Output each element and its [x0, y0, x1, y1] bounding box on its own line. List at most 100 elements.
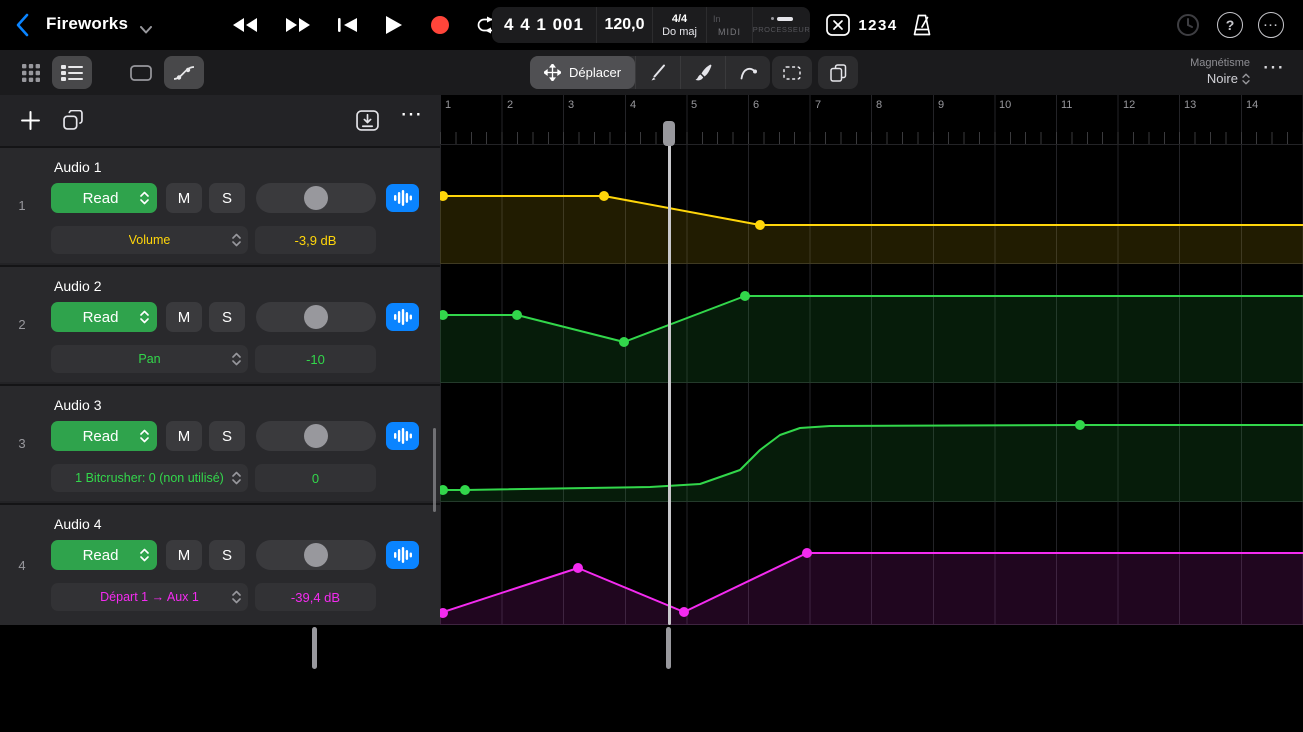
lcd-time-signature-key[interactable]: 4/4 Do maj — [652, 7, 706, 43]
track-row: 4 Audio 4 Read M S Départ 1 → Aux 1 -39,… — [0, 503, 440, 625]
marquee-tool-button[interactable] — [772, 56, 812, 89]
value-column-drag-bar[interactable] — [312, 627, 317, 669]
track-row: 3 Audio 3 Read M S 1 Bitcrusher: 0 (non … — [0, 384, 440, 501]
playhead-tail-bar[interactable] — [666, 627, 671, 669]
automation-value-field[interactable]: -39,4 dB — [255, 583, 376, 611]
automation-curve-audio-2[interactable] — [440, 264, 1303, 383]
ruler-bar-label: 11 — [1061, 99, 1073, 111]
play-button[interactable] — [385, 15, 403, 35]
lcd-playhead-position[interactable]: 4 4 1 001 — [492, 7, 596, 43]
mute-button[interactable]: M — [166, 302, 202, 332]
automation-view-button[interactable] — [164, 56, 204, 89]
download-tray-button[interactable] — [356, 110, 379, 136]
chevron-up-down-icon — [140, 310, 149, 324]
track-panel-scrollbar[interactable] — [433, 428, 436, 512]
pencil-tool-button[interactable] — [635, 56, 680, 89]
lcd-display: 4 4 1 001 120,0 4/4 Do maj In MIDI PROCE… — [492, 7, 810, 43]
timeline-ruler[interactable]: 1 2 3 4 5 6 7 8 9 10 11 12 13 14 — [440, 95, 1303, 145]
solo-button[interactable]: S — [209, 421, 245, 451]
automation-curve-audio-3[interactable] — [440, 383, 1303, 502]
automation-value-field[interactable]: 0 — [255, 464, 376, 492]
waveform-button[interactable] — [386, 303, 419, 331]
curve-tool-button[interactable] — [725, 56, 770, 89]
help-button[interactable]: ? — [1217, 12, 1243, 38]
automation-mode-label: Read — [82, 427, 119, 445]
count-in-button[interactable]: 1234 — [856, 0, 900, 50]
history-clock-icon[interactable] — [1176, 13, 1200, 42]
mute-button[interactable]: M — [166, 421, 202, 451]
chevron-up-down-icon — [232, 471, 241, 485]
automation-mode-button[interactable]: Read — [51, 540, 157, 570]
automation-value-slider[interactable] — [256, 540, 376, 570]
automation-mode-button[interactable]: Read — [51, 183, 157, 213]
forward-button[interactable] — [285, 17, 311, 33]
automation-value-field[interactable]: -3,9 dB — [255, 226, 376, 254]
solo-button[interactable]: S — [209, 540, 245, 570]
waveform-button[interactable] — [386, 422, 419, 450]
automation-parameter-select[interactable]: Pan — [51, 345, 248, 373]
automation-mode-button[interactable]: Read — [51, 302, 157, 332]
go-to-beginning-button[interactable] — [338, 17, 358, 33]
automation-mode-button[interactable]: Read — [51, 421, 157, 451]
record-button[interactable] — [430, 15, 450, 35]
regions-view-button[interactable] — [122, 56, 160, 89]
metronome-icon[interactable] — [912, 14, 932, 41]
automation-mode-label: Read — [82, 189, 119, 207]
parameter-value: 0 — [311, 470, 320, 486]
snap-setting[interactable]: Magnétisme Noire — [1140, 57, 1250, 88]
ruler-bar-label: 5 — [691, 99, 698, 111]
duplicate-track-button[interactable] — [63, 109, 83, 135]
automation-timeline: 1 2 3 4 5 6 7 8 9 10 11 12 13 14 — [440, 95, 1303, 625]
processor-label: PROCESSEUR — [752, 24, 810, 34]
move-tool-button[interactable]: Déplacer — [530, 56, 636, 89]
snap-label: Magnétisme — [1190, 57, 1250, 69]
automation-value-slider[interactable] — [256, 421, 376, 451]
automation-curve-audio-4[interactable] — [440, 502, 1303, 625]
slider-knob[interactable] — [304, 305, 328, 329]
processor-dot — [770, 17, 774, 20]
automation-curve-audio-1[interactable] — [440, 145, 1303, 264]
brush-tool-button[interactable] — [680, 56, 725, 89]
parameter-label: Volume — [128, 233, 171, 247]
more-options-button[interactable]: … — [1258, 12, 1284, 38]
lcd-midi-activity[interactable]: In MIDI — [706, 7, 752, 43]
track-name[interactable]: Audio 2 — [54, 278, 101, 294]
toolbar-more-button[interactable]: ⋯ — [1262, 54, 1284, 80]
automation-value-slider[interactable] — [256, 183, 376, 213]
slider-knob[interactable] — [304, 424, 328, 448]
automation-parameter-select[interactable]: Volume — [51, 226, 248, 254]
playhead-line — [668, 124, 671, 625]
lcd-tempo[interactable]: 120,0 — [596, 7, 652, 43]
mute-button[interactable]: M — [166, 540, 202, 570]
add-track-button[interactable] — [21, 111, 40, 135]
midi-in-label: In — [713, 13, 721, 24]
waveform-button[interactable] — [386, 184, 419, 212]
automation-parameter-select[interactable]: Départ 1 → Aux 1 — [51, 583, 248, 611]
track-name[interactable]: Audio 4 — [54, 516, 101, 532]
tracks-view-button[interactable] — [52, 56, 92, 89]
chevron-down-icon[interactable] — [140, 21, 152, 39]
mute-button[interactable]: M — [166, 183, 202, 213]
ruler-bar-label: 4 — [630, 99, 637, 111]
browser-grid-button[interactable] — [14, 56, 48, 89]
lcd-processor-meter[interactable]: PROCESSEUR — [752, 7, 810, 43]
track-panel-more-button[interactable]: ⋯ — [400, 101, 422, 127]
slider-knob[interactable] — [304, 186, 328, 210]
track-number: 4 — [18, 557, 26, 573]
automation-value-slider[interactable] — [256, 302, 376, 332]
track-name[interactable]: Audio 3 — [54, 397, 101, 413]
playhead-handle[interactable] — [663, 121, 675, 146]
project-title[interactable]: Fireworks — [46, 14, 128, 34]
ruler-bar-label: 7 — [815, 99, 822, 111]
back-button[interactable] — [16, 13, 29, 42]
slider-knob[interactable] — [304, 543, 328, 567]
track-name[interactable]: Audio 1 — [54, 159, 101, 175]
automation-value-field[interactable]: -10 — [255, 345, 376, 373]
solo-button[interactable]: S — [209, 302, 245, 332]
rewind-button[interactable] — [232, 17, 258, 33]
waveform-button[interactable] — [386, 541, 419, 569]
paste-tool-button[interactable] — [818, 56, 858, 89]
dismiss-keyboard-button[interactable] — [826, 14, 850, 41]
automation-parameter-select[interactable]: 1 Bitcrusher: 0 (non utilisé) — [51, 464, 248, 492]
solo-button[interactable]: S — [209, 183, 245, 213]
